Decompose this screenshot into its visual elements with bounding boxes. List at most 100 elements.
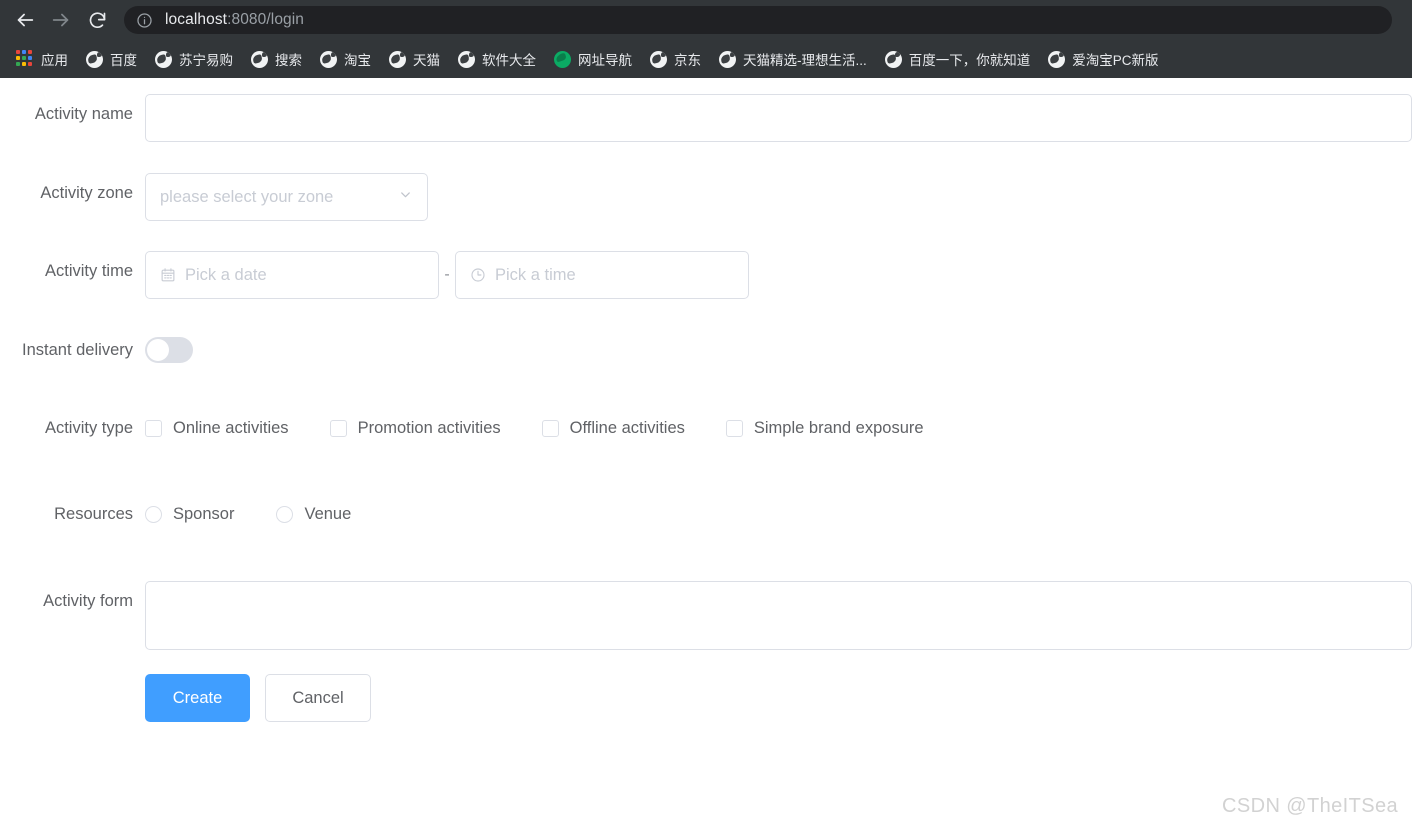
- checkbox-online-activities[interactable]: Online activities: [145, 408, 289, 448]
- instant-delivery-toggle[interactable]: [145, 337, 193, 363]
- bookmark-itaobao[interactable]: 爱淘宝PC新版: [1046, 46, 1166, 72]
- watermark-text: CSDN @TheITSea: [1222, 795, 1398, 817]
- create-button[interactable]: Create: [145, 674, 250, 722]
- globe-favicon: [86, 50, 103, 68]
- apps-grid-icon: [16, 50, 34, 68]
- bookmark-label: 爱淘宝PC新版: [1072, 53, 1159, 68]
- checkbox-box[interactable]: [145, 419, 162, 437]
- form-item-instant-delivery: Instant delivery: [0, 330, 193, 370]
- clock-icon: [470, 267, 486, 283]
- bookmark-label: 应用: [41, 53, 68, 68]
- activity-form-control: [145, 581, 1412, 650]
- time-range-separator: -: [444, 266, 450, 283]
- bookmark-baidu-search[interactable]: 百度一下，你就知道: [883, 46, 1039, 72]
- arrow-left-icon: [14, 9, 36, 31]
- form-item-activity-form: Activity form: [0, 581, 1412, 650]
- bookmark-label: 淘宝: [344, 53, 371, 68]
- bookmark-nav[interactable]: 网址导航: [552, 46, 640, 72]
- checkbox-simple-brand-exposure[interactable]: Simple brand exposure: [725, 408, 924, 448]
- globe-favicon: [650, 50, 667, 68]
- bookmark-label: 搜索: [275, 53, 302, 68]
- bookmark-jd[interactable]: 京东: [648, 46, 709, 72]
- bookmark-label: 百度一下，你就知道: [908, 53, 1031, 68]
- radio-venue[interactable]: Venue: [276, 494, 351, 534]
- chevron-down-icon: [398, 187, 413, 207]
- info-circle-icon[interactable]: [136, 12, 153, 29]
- resources-control: Sponsor Venue: [145, 494, 351, 534]
- activity-date-placeholder: Pick a date: [185, 265, 267, 284]
- url-host: localhost: [165, 11, 228, 28]
- activity-name-control: [145, 94, 1412, 142]
- radio-box[interactable]: [276, 505, 294, 523]
- activity-type-checkbox-group: Online activities Promotion activities O…: [145, 408, 924, 448]
- bookmark-software[interactable]: 软件大全: [456, 46, 544, 72]
- bookmark-taobao[interactable]: 淘宝: [318, 46, 379, 72]
- browser-toolbar: localhost:8080/login: [0, 0, 1412, 40]
- activity-type-control: Online activities Promotion activities O…: [145, 408, 924, 448]
- radio-box[interactable]: [145, 505, 162, 523]
- calendar-icon: [160, 267, 176, 283]
- checkbox-box[interactable]: [541, 419, 559, 437]
- form-item-resources: Resources Sponsor Venue: [0, 494, 351, 534]
- activity-form-label: Activity form: [43, 592, 133, 610]
- globe-favicon: [155, 50, 172, 68]
- activity-name-input[interactable]: [145, 94, 1412, 142]
- globe-favicon: [389, 50, 406, 68]
- bookmark-label: 软件大全: [482, 53, 536, 68]
- activity-time-placeholder: Pick a time: [495, 265, 576, 284]
- radio-label: Sponsor: [173, 505, 235, 523]
- activity-date-picker[interactable]: Pick a date: [145, 251, 439, 299]
- activity-type-label: Activity type: [44, 419, 133, 437]
- bookmark-label: 京东: [674, 53, 701, 68]
- activity-form-textarea[interactable]: [145, 581, 1412, 650]
- instant-delivery-control: [145, 330, 193, 363]
- activity-time-picker[interactable]: Pick a time: [455, 251, 749, 299]
- bookmark-label: 百度: [110, 53, 137, 68]
- cancel-button[interactable]: Cancel: [265, 674, 371, 722]
- bookmark-tmall[interactable]: 天猫: [387, 46, 448, 72]
- checkbox-box[interactable]: [329, 419, 347, 437]
- activity-zone-control: please select your zone: [145, 173, 428, 221]
- activity-zone-placeholder: please select your zone: [160, 187, 334, 206]
- bookmark-tmall-select[interactable]: 天猫精选-理想生活...: [717, 46, 875, 72]
- checkbox-label: Promotion activities: [357, 419, 501, 437]
- bookmark-baidu[interactable]: 百度: [84, 46, 145, 72]
- url-text: localhost:8080/login: [165, 11, 304, 29]
- activity-zone-select[interactable]: please select your zone: [145, 173, 428, 221]
- globe-favicon: [320, 50, 337, 68]
- bookmark-label: 天猫: [413, 53, 440, 68]
- actions-control: Create Cancel: [145, 674, 371, 722]
- address-bar[interactable]: localhost:8080/login: [124, 6, 1392, 34]
- bookmark-label: 苏宁易购: [179, 53, 233, 68]
- globe-favicon: [1048, 50, 1066, 68]
- bookmark-label: 天猫精选-理想生活...: [743, 53, 867, 68]
- globe-favicon: [251, 50, 268, 68]
- reload-button[interactable]: [82, 5, 112, 35]
- form-item-activity-zone: Activity zone please select your zone: [0, 173, 428, 221]
- checkbox-box[interactable]: [725, 419, 743, 437]
- checkbox-offline-activities[interactable]: Offline activities: [541, 408, 685, 448]
- url-path: :8080/login: [227, 11, 305, 28]
- checkbox-label: Offline activities: [569, 419, 685, 437]
- bookmark-label: 网址导航: [578, 53, 632, 68]
- form-item-activity-time: Activity time Pick a date - Pick a time: [0, 251, 749, 299]
- bookmark-apps[interactable]: 应用: [14, 46, 76, 72]
- radio-label: Venue: [304, 505, 352, 523]
- bookmark-search[interactable]: 搜索: [249, 46, 310, 72]
- back-button[interactable]: [10, 5, 40, 35]
- activity-name-label: Activity name: [34, 105, 133, 123]
- toggle-knob: [147, 339, 169, 361]
- form-item-activity-name: Activity name: [0, 94, 1412, 142]
- radio-sponsor[interactable]: Sponsor: [145, 494, 234, 534]
- browser-chrome: localhost:8080/login 应用 百度 苏宁易购 搜索 淘宝 天猫…: [0, 0, 1412, 78]
- activity-zone-label: Activity zone: [40, 184, 133, 202]
- activity-time-control: Pick a date - Pick a time: [145, 251, 749, 299]
- instant-delivery-label: Instant delivery: [22, 341, 133, 359]
- arrow-right-icon: [50, 9, 72, 31]
- bookmark-suning[interactable]: 苏宁易购: [153, 46, 241, 72]
- checkbox-promotion-activities[interactable]: Promotion activities: [329, 408, 501, 448]
- resources-radio-group: Sponsor Venue: [145, 494, 351, 534]
- globe-favicon: [458, 50, 475, 68]
- forward-button[interactable]: [46, 5, 76, 35]
- form-item-activity-type: Activity type Online activities Promotio…: [0, 408, 924, 448]
